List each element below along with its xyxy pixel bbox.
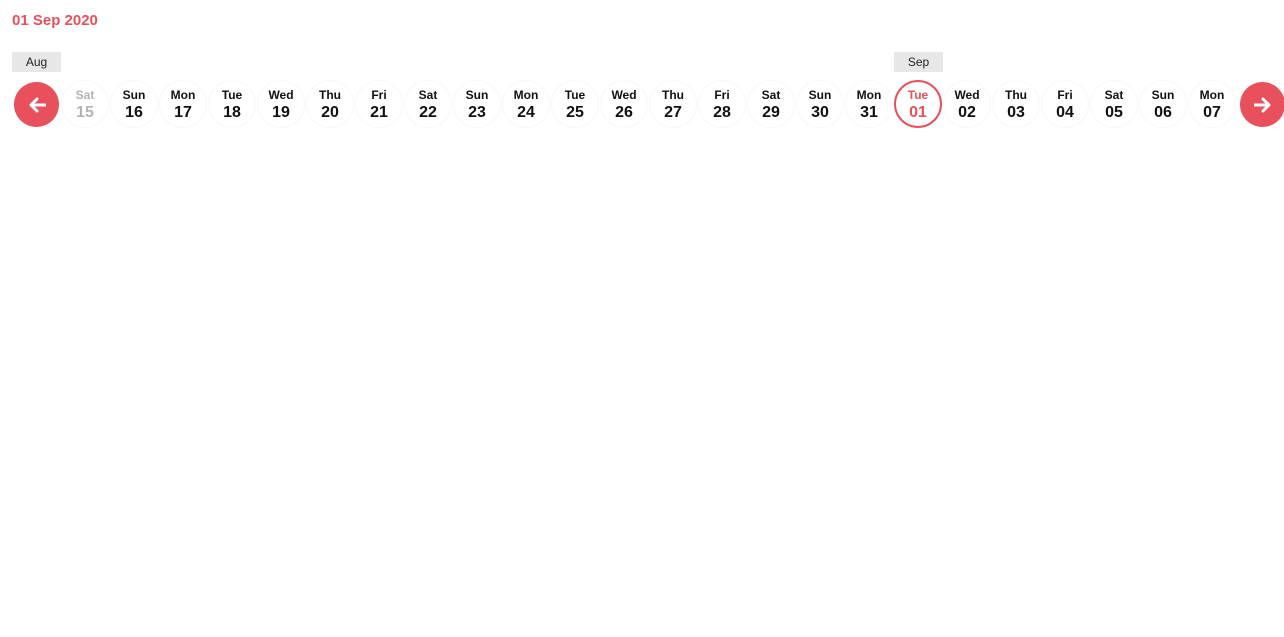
day-number: 04 — [1056, 104, 1074, 121]
day-item[interactable]: Sat 29 — [747, 80, 795, 128]
month-label: Aug — [12, 52, 61, 72]
day-name: Sun — [808, 88, 832, 102]
day-item[interactable]: Fri 21 — [355, 80, 403, 128]
arrow-left-icon — [29, 97, 46, 112]
day-item[interactable]: Mon 31 — [845, 80, 893, 128]
day-name: Thu — [662, 88, 684, 102]
day-name: Fri — [1057, 88, 1073, 102]
day-number: 31 — [860, 104, 878, 121]
day-item[interactable]: Mon 24 — [502, 80, 550, 128]
day-item[interactable]: Wed 26 — [600, 80, 648, 128]
day-item[interactable]: Wed 02 — [943, 80, 991, 128]
day-number: 17 — [174, 104, 192, 121]
day-name: Sat — [75, 88, 95, 102]
day-item[interactable]: Tue 18 — [208, 80, 256, 128]
day-number: 30 — [811, 104, 829, 121]
day-number: 15 — [76, 104, 94, 121]
day-name: Tue — [907, 88, 929, 102]
day-name: Fri — [371, 88, 387, 102]
day-item[interactable]: Mon 17 — [159, 80, 207, 128]
day-number: 21 — [370, 104, 388, 121]
day-name: Sun — [1151, 88, 1175, 102]
day-item[interactable]: Fri 28 — [698, 80, 746, 128]
day-number: 25 — [566, 104, 584, 121]
day-item[interactable]: Thu 27 — [649, 80, 697, 128]
day-item[interactable]: Tue 25 — [551, 80, 599, 128]
day-number: 16 — [125, 104, 143, 121]
selected-date-label: 01 Sep 2020 — [12, 12, 98, 29]
day-name: Tue — [564, 88, 586, 102]
day-name: Sun — [122, 88, 146, 102]
day-number: 26 — [615, 104, 633, 121]
day-name: Wed — [954, 88, 980, 102]
day-item[interactable]: Thu 03 — [992, 80, 1040, 128]
day-name: Sat — [418, 88, 438, 102]
day-number: 23 — [468, 104, 486, 121]
day-name: Mon — [1199, 88, 1225, 102]
day-item[interactable]: Sun 23 — [453, 80, 501, 128]
day-name: Sun — [465, 88, 489, 102]
day-item[interactable]: Sun 30 — [796, 80, 844, 128]
day-name: Fri — [714, 88, 730, 102]
arrow-right-icon — [1253, 97, 1270, 112]
day-item[interactable]: Mon 07 — [1188, 80, 1236, 128]
day-name: Wed — [268, 88, 294, 102]
day-name: Wed — [611, 88, 637, 102]
previous-button[interactable] — [14, 82, 59, 127]
day-number: 02 — [958, 104, 976, 121]
day-name: Mon — [513, 88, 539, 102]
day-name: Sat — [761, 88, 781, 102]
day-number: 07 — [1203, 104, 1221, 121]
day-number: 22 — [419, 104, 437, 121]
day-item[interactable]: Sat 22 — [404, 80, 452, 128]
day-name: Mon — [170, 88, 196, 102]
day-number: 01 — [909, 104, 927, 121]
day-name: Tue — [221, 88, 243, 102]
day-number: 20 — [321, 104, 339, 121]
day-number: 18 — [223, 104, 241, 121]
day-item[interactable]: Sat 05 — [1090, 80, 1138, 128]
day-number: 03 — [1007, 104, 1025, 121]
month-label: Sep — [894, 52, 943, 72]
day-item[interactable]: Wed 19 — [257, 80, 305, 128]
day-number: 24 — [517, 104, 535, 121]
day-name: Mon — [856, 88, 882, 102]
day-number: 19 — [272, 104, 290, 121]
day-name: Sat — [1104, 88, 1124, 102]
day-item-selected[interactable]: Tue 01 — [894, 80, 942, 128]
day-number: 05 — [1105, 104, 1123, 121]
day-number: 29 — [762, 104, 780, 121]
day-item[interactable]: Thu 20 — [306, 80, 354, 128]
day-number: 27 — [664, 104, 682, 121]
day-item: Sat 15 — [61, 80, 109, 128]
day-item[interactable]: Sun 06 — [1139, 80, 1187, 128]
day-number: 28 — [713, 104, 731, 121]
day-name: Thu — [319, 88, 341, 102]
day-item[interactable]: Fri 04 — [1041, 80, 1089, 128]
day-name: Thu — [1005, 88, 1027, 102]
next-button[interactable] — [1240, 82, 1284, 127]
day-item[interactable]: Sun 16 — [110, 80, 158, 128]
day-number: 06 — [1154, 104, 1172, 121]
